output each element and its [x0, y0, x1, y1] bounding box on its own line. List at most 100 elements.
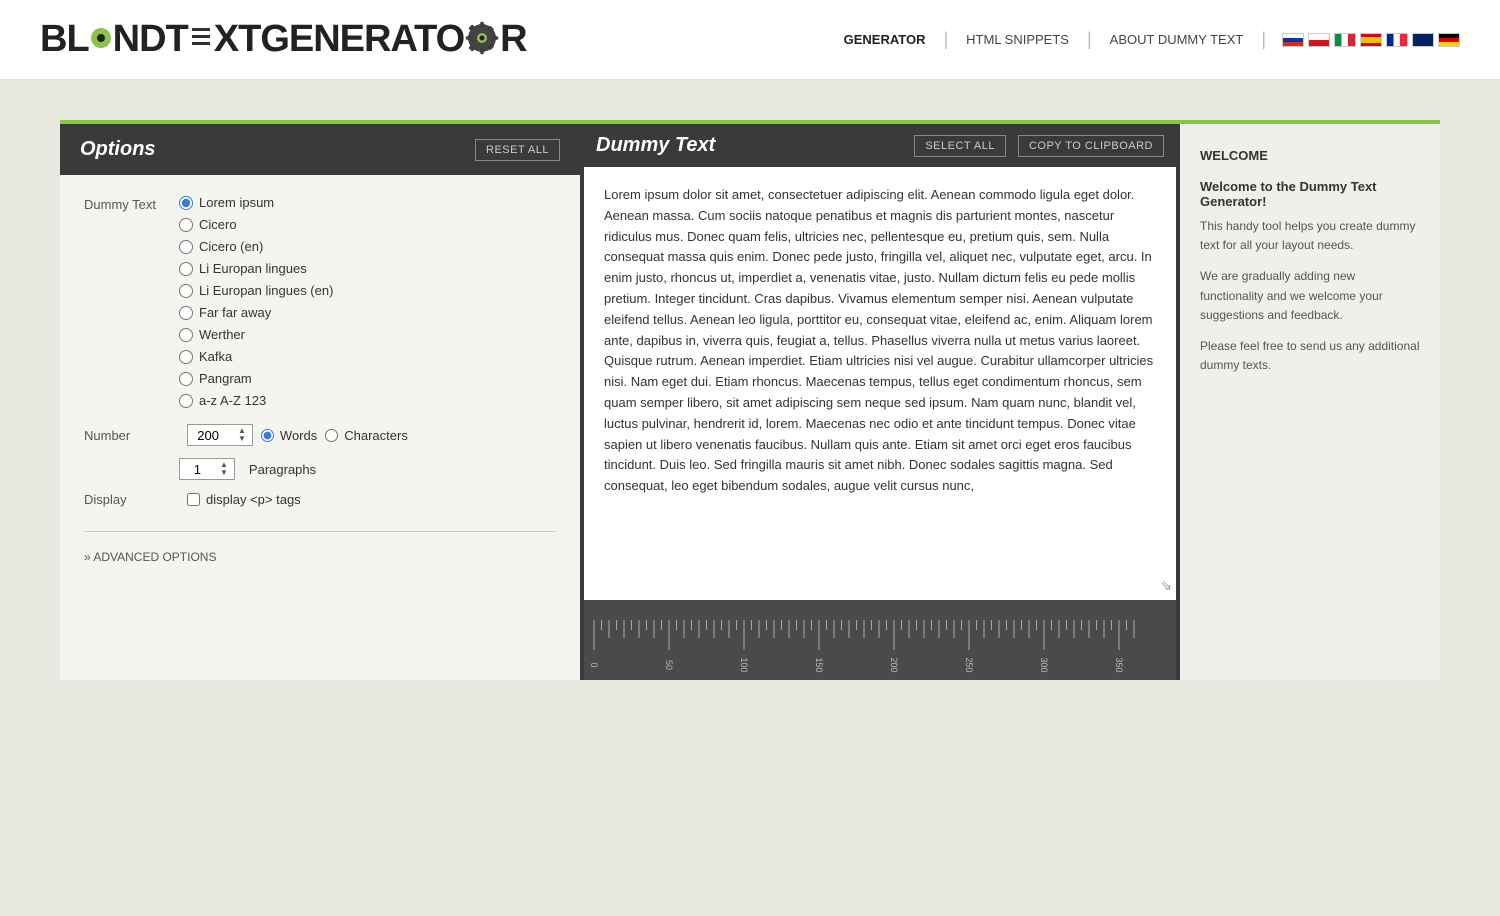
radio-far-far-away[interactable]: Far far away [179, 305, 333, 320]
flag-french[interactable] [1386, 33, 1408, 47]
radio-cicero-input[interactable] [179, 218, 193, 232]
radio-far-far-away-label: Far far away [199, 305, 271, 320]
radio-az123-input[interactable] [179, 394, 193, 408]
radio-li-europan-input[interactable] [179, 262, 193, 276]
welcome-text-0: This handy tool helps you create dummy t… [1200, 217, 1420, 255]
nav-about[interactable]: ABOUT DUMMY TEXT [1092, 32, 1262, 47]
paragraphs-input[interactable] [184, 462, 216, 477]
dummy-text-header: Dummy Text SELECT ALL COPY TO CLIPBOARD [580, 124, 1180, 167]
radio-werther[interactable]: Werther [179, 327, 333, 342]
number-input-wrap: ▲ ▼ [187, 424, 253, 446]
welcome-subheading: Welcome to the Dummy Text Generator! [1200, 179, 1420, 209]
radio-kafka-input[interactable] [179, 350, 193, 364]
radio-pangram-input[interactable] [179, 372, 193, 386]
language-flags [1266, 33, 1460, 47]
logo: BL NDT XTGENERATO R [40, 18, 527, 61]
radio-az123-label: a-z A-Z 123 [199, 393, 266, 408]
number-spinner[interactable]: ▲ ▼ [236, 427, 248, 443]
paragraphs-label: Paragraphs [249, 462, 316, 477]
svg-text:300: 300 [1039, 657, 1049, 672]
display-p-tags-checkbox[interactable] [187, 493, 200, 506]
logo-separator: NDT [113, 18, 188, 61]
dummy-text-content: Lorem ipsum dolor sit amet, consectetuer… [584, 167, 1176, 600]
radio-pangram[interactable]: Pangram [179, 371, 333, 386]
dummy-text-label: Dummy Text [84, 195, 179, 212]
paragraphs-spinner[interactable]: ▲ ▼ [218, 461, 230, 477]
options-divider [84, 531, 556, 532]
nav-generator[interactable]: GENERATOR [826, 32, 944, 47]
paragraphs-down-button[interactable]: ▼ [218, 469, 230, 477]
radio-cicero-en-input[interactable] [179, 240, 193, 254]
radio-cicero[interactable]: Cicero [179, 217, 333, 232]
welcome-text-2: Please feel free to send us any addition… [1200, 337, 1420, 375]
number-down-button[interactable]: ▼ [236, 435, 248, 443]
radio-pangram-label: Pangram [199, 371, 252, 386]
welcome-heading: WELCOME [1200, 148, 1420, 163]
radio-li-europan-en[interactable]: Li Europan lingues (en) [179, 283, 333, 298]
main-panel: Options RESET ALL Dummy Text Lorem ipsum [60, 120, 1440, 680]
welcome-text-1: We are gradually adding new functionalit… [1200, 267, 1420, 325]
paragraphs-input-wrap: ▲ ▼ [179, 458, 235, 480]
characters-radio-label[interactable]: Characters [325, 428, 408, 443]
radio-kafka-label: Kafka [199, 349, 232, 364]
display-row: Display display <p> tags [84, 492, 556, 507]
dummy-text-paragraph: Lorem ipsum dolor sit amet, consectetuer… [604, 185, 1156, 497]
logo-lines-icon [190, 22, 212, 54]
words-radio-label[interactable]: Words [261, 428, 317, 443]
flag-czech[interactable] [1308, 33, 1330, 47]
logo-bl: BL [40, 18, 89, 61]
radio-lorem-ipsum[interactable]: Lorem ipsum [179, 195, 333, 210]
options-body: Dummy Text Lorem ipsum Cicero Cicero [60, 175, 580, 586]
paragraphs-row: ▲ ▼ Paragraphs [179, 458, 556, 480]
display-label: Display [84, 492, 179, 507]
flag-uk[interactable] [1412, 33, 1434, 47]
display-p-tags-label[interactable]: display <p> tags [187, 492, 301, 507]
flag-russian[interactable] [1282, 33, 1304, 47]
radio-far-far-away-input[interactable] [179, 306, 193, 320]
radio-cicero-en-label: Cicero (en) [199, 239, 263, 254]
radio-az123[interactable]: a-z A-Z 123 [179, 393, 333, 408]
display-p-tags-text: display <p> tags [206, 492, 301, 507]
main-container: Options RESET ALL Dummy Text Lorem ipsum [40, 120, 1460, 680]
flag-german[interactable] [1438, 33, 1460, 47]
radio-cicero-en[interactable]: Cicero (en) [179, 239, 333, 254]
radio-lorem-ipsum-label: Lorem ipsum [199, 195, 274, 210]
dummy-text-section: Dummy Text SELECT ALL COPY TO CLIPBOARD … [580, 124, 1180, 680]
characters-label: Characters [344, 428, 408, 443]
logo-r: R [500, 18, 526, 61]
ruler-svg: 050100150200250300350 [584, 600, 1176, 680]
flag-spanish[interactable] [1360, 33, 1382, 47]
svg-text:100: 100 [739, 657, 749, 672]
reset-all-button[interactable]: RESET ALL [475, 139, 560, 161]
resize-handle-icon[interactable]: ⇘ [1160, 574, 1172, 596]
radio-lorem-ipsum-input[interactable] [179, 196, 193, 210]
words-label: Words [280, 428, 317, 443]
radio-li-europan-en-input[interactable] [179, 284, 193, 298]
ruler: 050100150200250300350 [584, 600, 1176, 680]
flag-italian[interactable] [1334, 33, 1356, 47]
logo-gear-icon [464, 20, 500, 56]
words-radio-input[interactable] [261, 429, 274, 442]
options-section: Options RESET ALL Dummy Text Lorem ipsum [60, 124, 580, 680]
logo-dot1-icon [91, 28, 111, 48]
dummy-text-title: Dummy Text [596, 134, 902, 157]
svg-text:250: 250 [964, 657, 974, 672]
number-label: Number [84, 428, 179, 443]
header: BL NDT XTGENERATO R GENE [0, 0, 1500, 80]
number-input[interactable] [192, 428, 234, 443]
radio-kafka[interactable]: Kafka [179, 349, 333, 364]
copy-to-clipboard-button[interactable]: COPY TO CLIPBOARD [1018, 135, 1164, 157]
logo-xt: XTGENERATO [214, 18, 464, 61]
radio-werther-input[interactable] [179, 328, 193, 342]
nav-html-snippets[interactable]: HTML SNIPPETS [948, 32, 1087, 47]
dummy-text-option-row: Dummy Text Lorem ipsum Cicero Cicero [84, 195, 556, 408]
svg-text:150: 150 [814, 657, 824, 672]
radio-li-europan-en-label: Li Europan lingues (en) [199, 283, 333, 298]
advanced-options-link[interactable]: » ADVANCED OPTIONS [84, 550, 216, 564]
svg-text:350: 350 [1114, 657, 1124, 672]
select-all-button[interactable]: SELECT ALL [914, 135, 1006, 157]
radio-li-europan[interactable]: Li Europan lingues [179, 261, 333, 276]
characters-radio-input[interactable] [325, 429, 338, 442]
options-header: Options RESET ALL [60, 124, 580, 175]
number-row: Number ▲ ▼ Words Characters [84, 424, 556, 446]
